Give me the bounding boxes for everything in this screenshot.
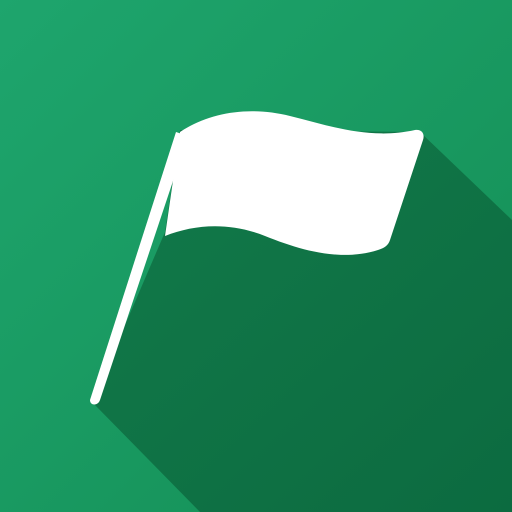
flag-app-icon-graphic xyxy=(0,0,512,512)
app-icon[interactable] xyxy=(0,0,512,512)
